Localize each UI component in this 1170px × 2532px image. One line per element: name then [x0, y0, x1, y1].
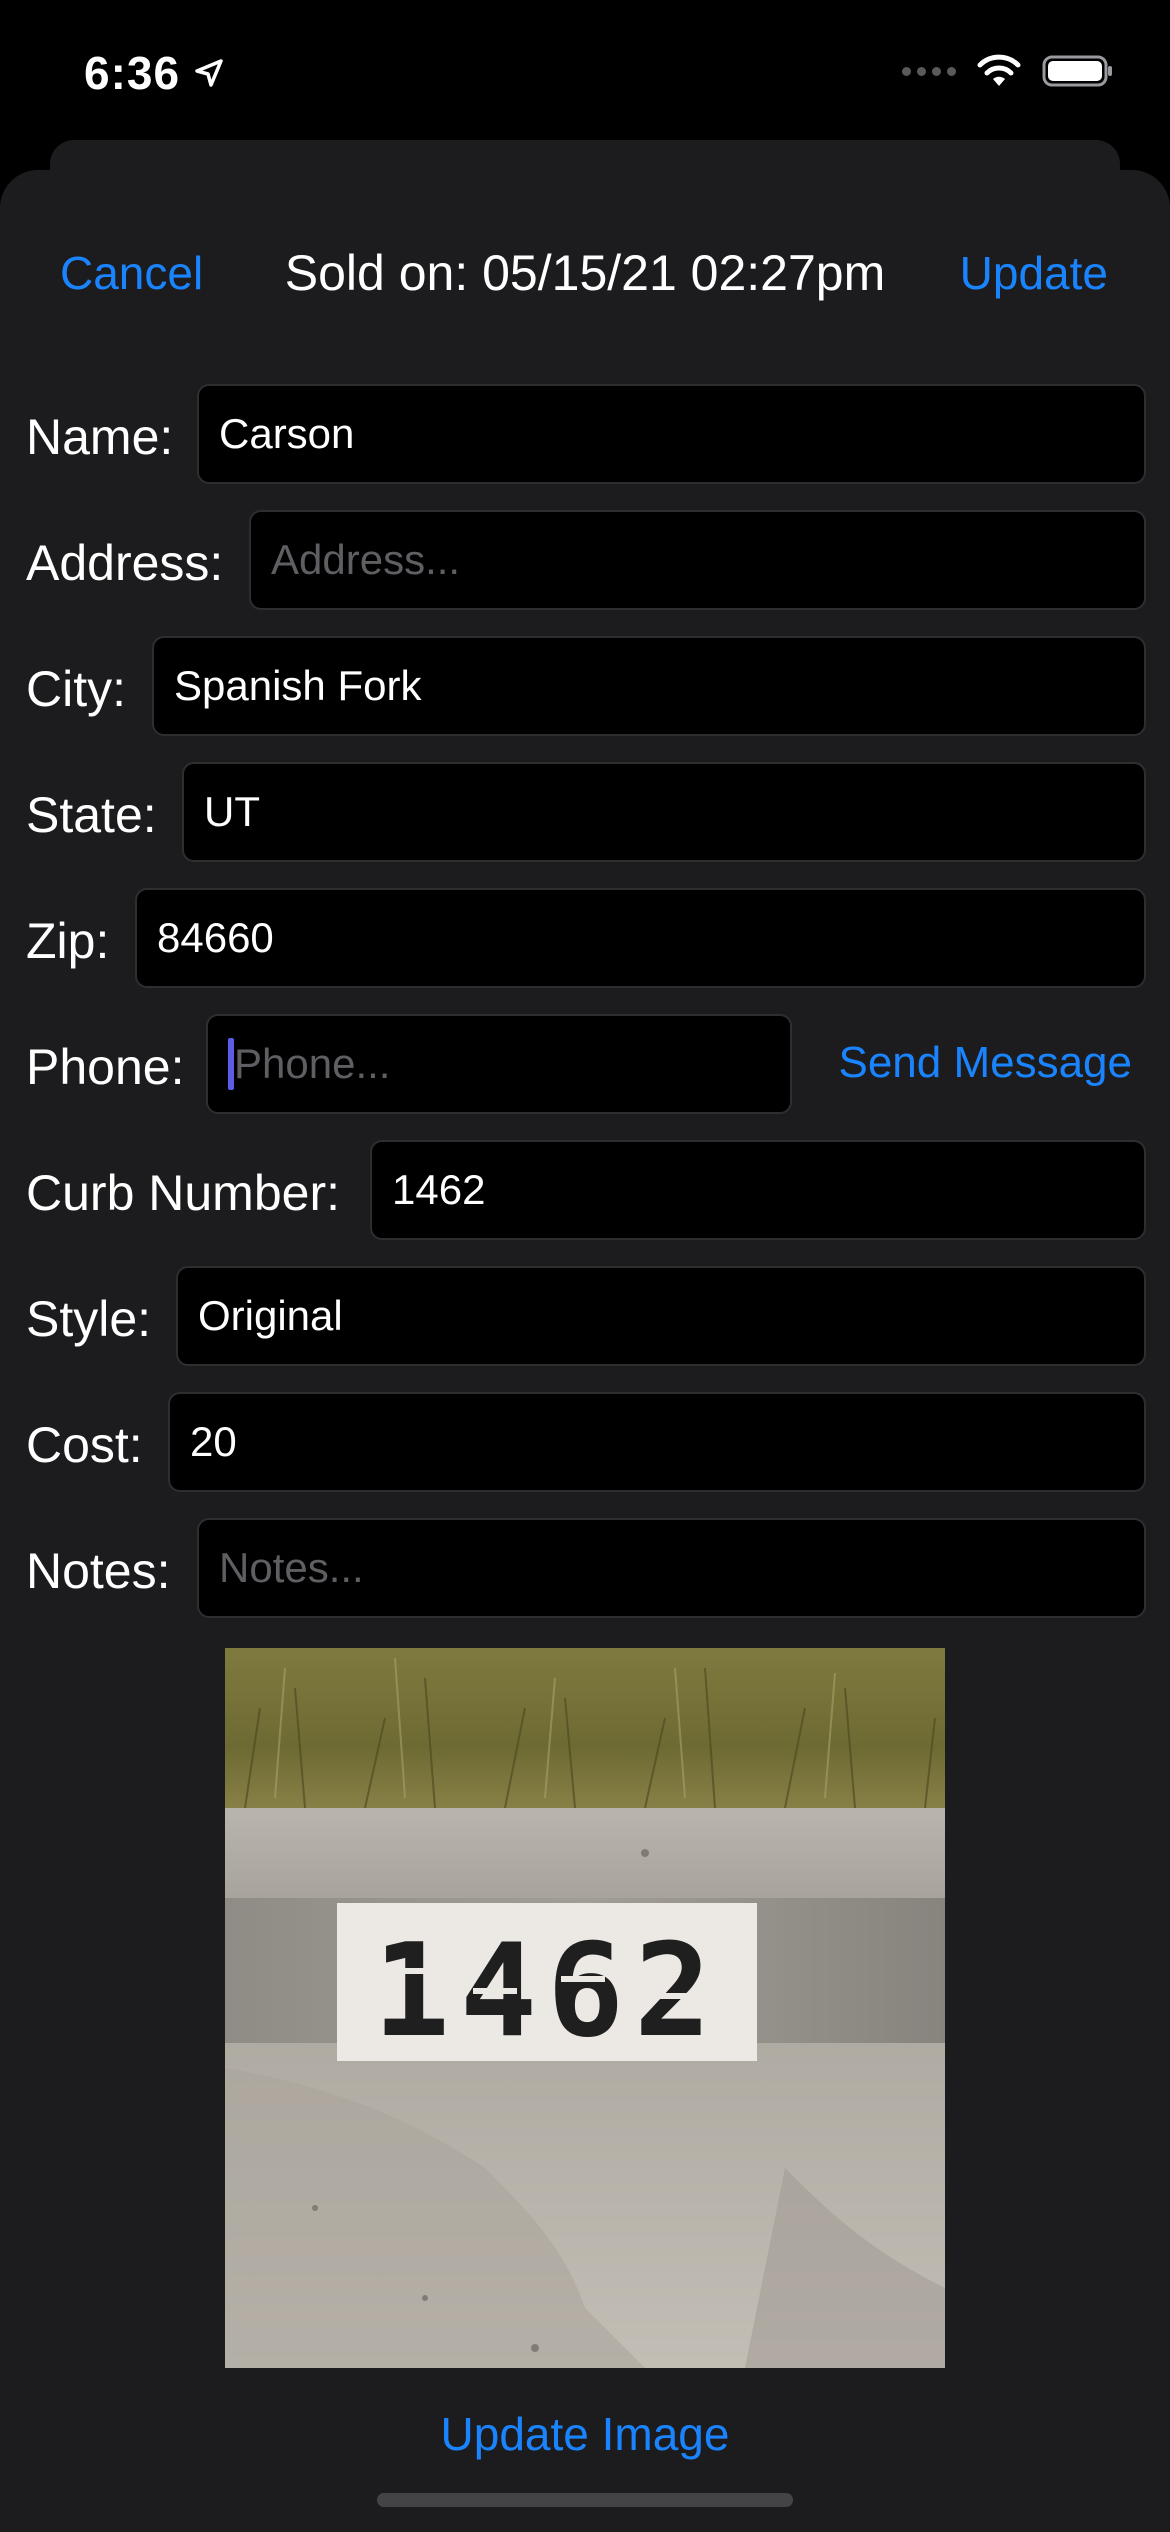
curb-number-field[interactable]: 1462	[370, 1140, 1146, 1240]
nav-bar: Cancel Sold on: 05/15/21 02:27pm Update	[0, 170, 1170, 370]
phone-placeholder: Phone...	[234, 1040, 391, 1087]
address-field[interactable]: Address...	[249, 510, 1146, 610]
update-image-button[interactable]: Update Image	[0, 2407, 1170, 2461]
form-row-style: Style: Original	[0, 1266, 1170, 1368]
style-field[interactable]: Original	[176, 1266, 1146, 1366]
form-row-curb-number: Curb Number: 1462	[0, 1140, 1170, 1242]
phone-label: Phone:	[26, 1039, 185, 1095]
cost-field[interactable]: 20	[168, 1392, 1146, 1492]
curb-photo-image: 1462	[225, 1648, 945, 2368]
send-message-button[interactable]: Send Message	[838, 1038, 1132, 1088]
cellular-signal-icon	[902, 66, 956, 76]
name-field[interactable]: Carson	[197, 384, 1146, 484]
phone-field[interactable]: Phone...	[206, 1014, 792, 1114]
form-row-notes: Notes: Notes...	[0, 1518, 1170, 1620]
state-label: State:	[26, 787, 157, 843]
status-indicators	[902, 54, 1114, 88]
location-arrow-icon	[195, 59, 223, 87]
status-bar: 6:36	[0, 0, 1170, 150]
style-label: Style:	[26, 1291, 152, 1347]
update-button[interactable]: Update	[960, 246, 1108, 300]
home-indicator[interactable]	[377, 2493, 793, 2507]
form-row-zip: Zip: 84660	[0, 888, 1170, 990]
address-label: Address:	[26, 535, 224, 591]
city-label: City:	[26, 661, 126, 717]
form-row-city: City: Spanish Fork	[0, 636, 1170, 738]
status-time-text: 6:36	[84, 47, 181, 99]
notes-field[interactable]: Notes...	[197, 1518, 1146, 1618]
curb-number-label: Curb Number:	[26, 1165, 340, 1221]
battery-icon	[1042, 55, 1112, 87]
curb-number-stencil: 1462	[373, 1917, 721, 2066]
name-label: Name:	[26, 409, 174, 465]
status-time: 6:36	[84, 46, 224, 100]
zip-label: Zip:	[26, 913, 110, 969]
form-row-name: Name: Carson	[0, 384, 1170, 486]
city-field[interactable]: Spanish Fork	[152, 636, 1146, 736]
notes-label: Notes:	[26, 1543, 171, 1599]
form-row-address: Address: Address...	[0, 510, 1170, 612]
curb-photo: 1462	[225, 1648, 945, 2368]
form-row-state: State: UT	[0, 762, 1170, 864]
form-row-cost: Cost: 20	[0, 1392, 1170, 1494]
state-field[interactable]: UT	[182, 762, 1146, 862]
zip-field[interactable]: 84660	[135, 888, 1146, 988]
edit-sale-sheet: Cancel Sold on: 05/15/21 02:27pm Update …	[0, 170, 1170, 2532]
form-row-phone: Phone: Phone... Send Message	[0, 1014, 1170, 1116]
wifi-icon	[977, 54, 1021, 86]
cost-label: Cost:	[26, 1417, 143, 1473]
